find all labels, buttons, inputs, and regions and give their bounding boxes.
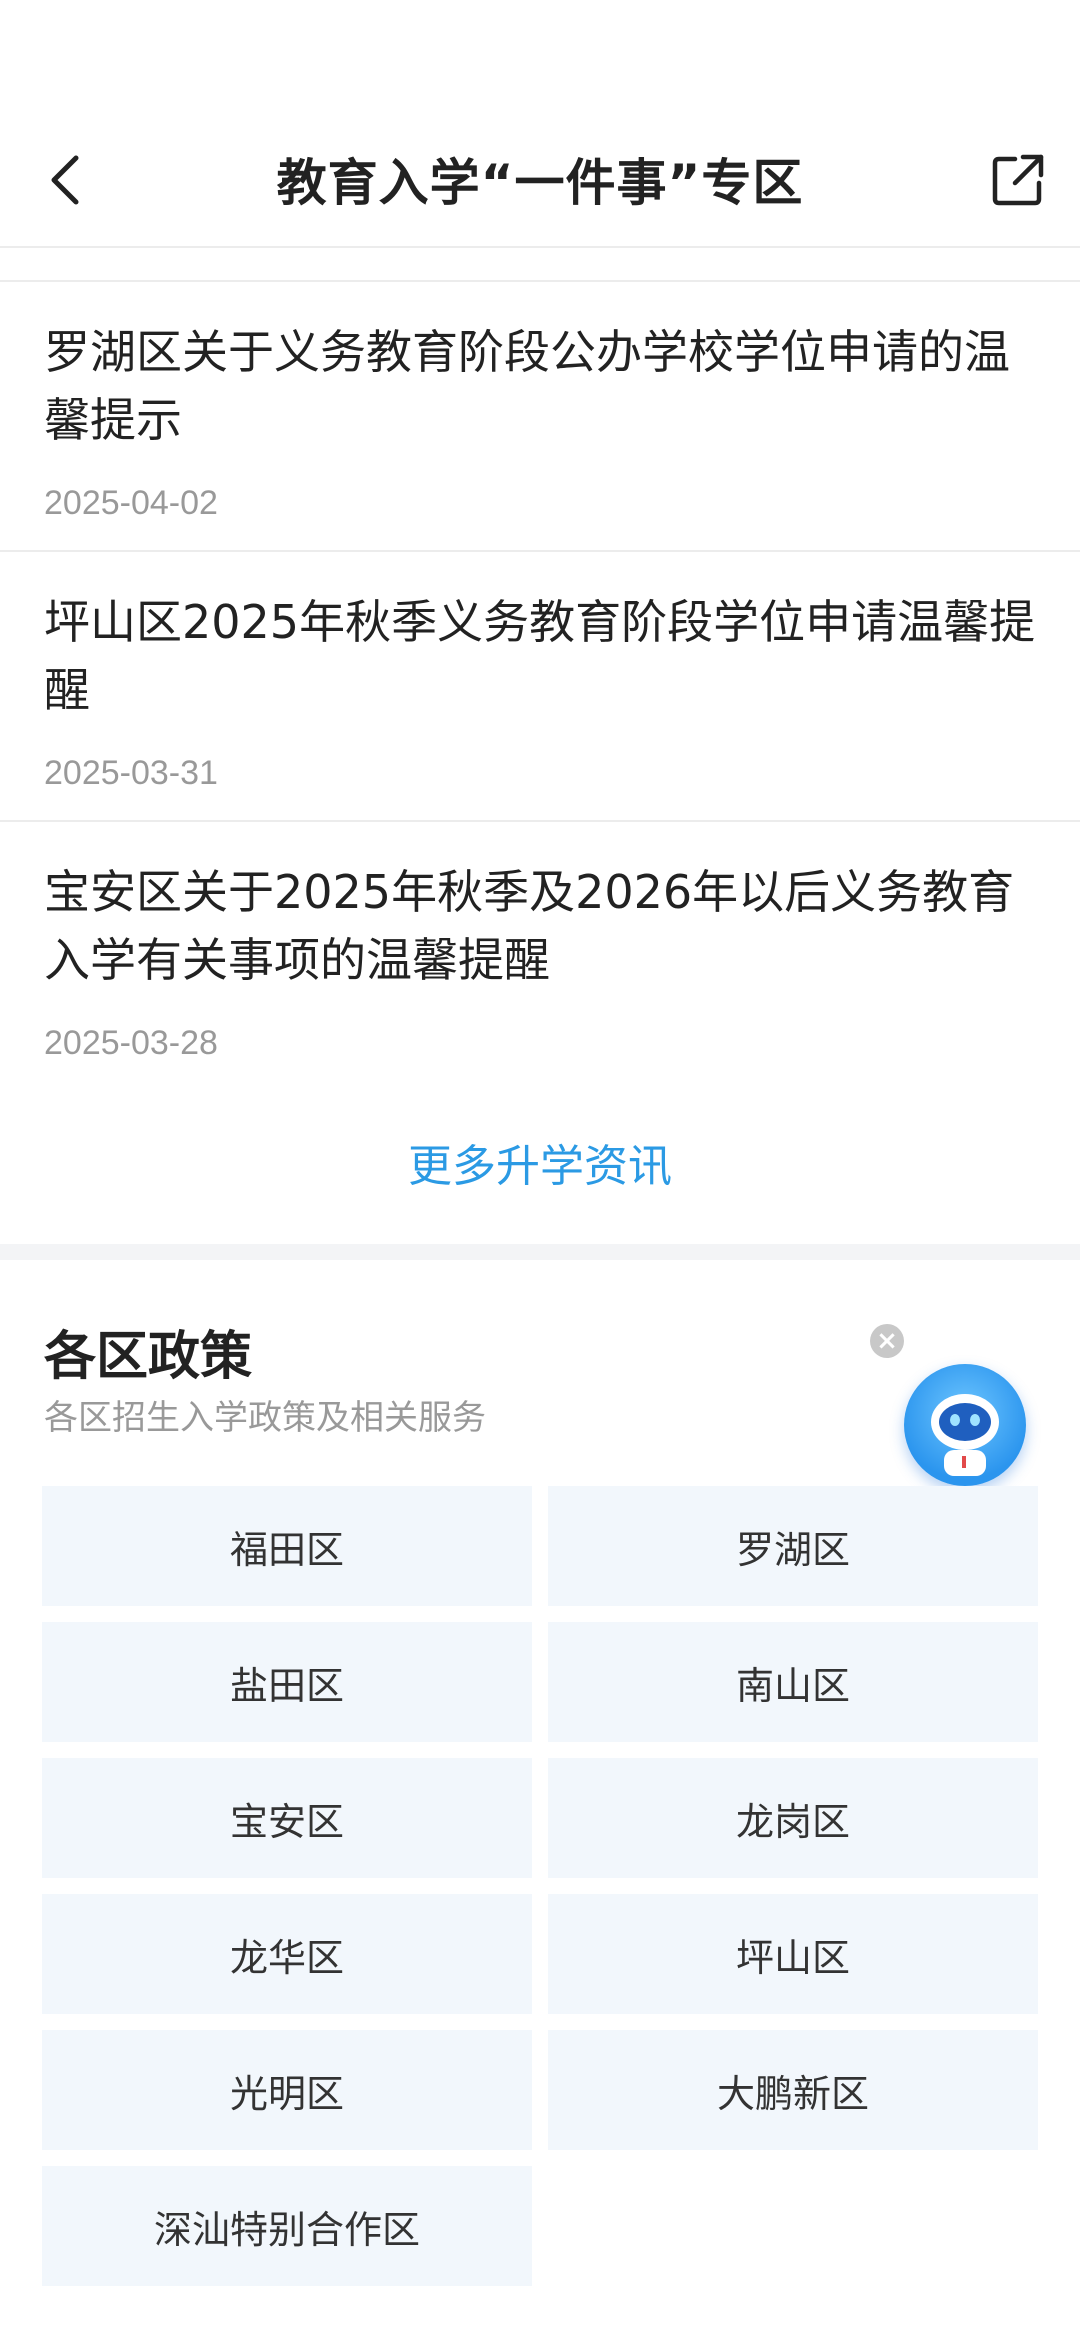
status-bar bbox=[0, 0, 1080, 112]
section-title: 各区政策 bbox=[44, 1327, 253, 1387]
news-date: 2025-03-31 bbox=[44, 754, 218, 792]
news-date: 2025-04-02 bbox=[44, 484, 218, 522]
share-icon bbox=[992, 154, 1044, 206]
back-button[interactable] bbox=[34, 148, 98, 212]
district-button[interactable]: 福田区 bbox=[42, 1486, 532, 1606]
news-title: 罗湖区关于义务教育阶段公办学校学位申请的温馨提示 bbox=[44, 325, 1010, 447]
district-button[interactable]: 宝安区 bbox=[42, 1758, 532, 1878]
district-button[interactable]: 大鹏新区 bbox=[548, 2030, 1038, 2150]
section-divider bbox=[0, 1244, 1080, 1260]
close-icon[interactable]: × bbox=[870, 1324, 904, 1358]
news-title: 坪山区2025年秋季义务教育阶段学位申请温馨提醒 bbox=[44, 595, 1036, 717]
page-title: 教育入学“一件事”专区 bbox=[276, 154, 804, 212]
district-grid: 福田区 罗湖区 盐田区 南山区 宝安区 龙岗区 龙华区 坪山区 光明区 大鹏新区… bbox=[42, 1486, 1038, 2286]
district-button[interactable]: 南山区 bbox=[548, 1622, 1038, 1742]
district-button[interactable]: 深汕特别合作区 bbox=[42, 2166, 532, 2286]
section-subtitle: 各区招生入学政策及相关服务 bbox=[44, 1398, 486, 1438]
divider bbox=[0, 248, 1080, 282]
share-button[interactable] bbox=[986, 148, 1050, 212]
news-item[interactable]: 坪山区2025年秋季义务教育阶段学位申请温馨提醒 2025-03-31 bbox=[0, 552, 1080, 822]
chevron-left-icon bbox=[51, 155, 79, 205]
robot-assistant-icon[interactable] bbox=[904, 1364, 1026, 1486]
news-title: 宝安区关于2025年秋季及2026年以后义务教育入学有关事项的温馨提醒 bbox=[44, 865, 1015, 987]
district-button[interactable]: 坪山区 bbox=[548, 1894, 1038, 2014]
news-item[interactable]: 宝安区关于2025年秋季及2026年以后义务教育入学有关事项的温馨提醒 2025… bbox=[0, 822, 1080, 1092]
robot-face-icon bbox=[931, 1394, 999, 1476]
district-policy-section: 各区政策 各区招生入学政策及相关服务 × 福田区 罗湖区 盐田区 南山区 宝安区… bbox=[0, 1260, 1080, 2334]
district-button[interactable]: 龙华区 bbox=[42, 1894, 532, 2014]
news-date: 2025-03-28 bbox=[44, 1024, 218, 1062]
news-list: 罗湖区关于义务教育阶段公办学校学位申请的温馨提示 2025-04-02 坪山区2… bbox=[0, 248, 1080, 1092]
news-item[interactable]: 罗湖区关于义务教育阶段公办学校学位申请的温馨提示 2025-04-02 bbox=[0, 282, 1080, 552]
nav-bar: 教育入学“一件事”专区 bbox=[0, 112, 1080, 248]
district-button[interactable]: 盐田区 bbox=[42, 1622, 532, 1742]
district-button[interactable]: 罗湖区 bbox=[548, 1486, 1038, 1606]
more-news-link[interactable]: 更多升学资讯 bbox=[0, 1130, 1080, 1194]
district-button[interactable]: 龙岗区 bbox=[548, 1758, 1038, 1878]
district-button[interactable]: 光明区 bbox=[42, 2030, 532, 2150]
